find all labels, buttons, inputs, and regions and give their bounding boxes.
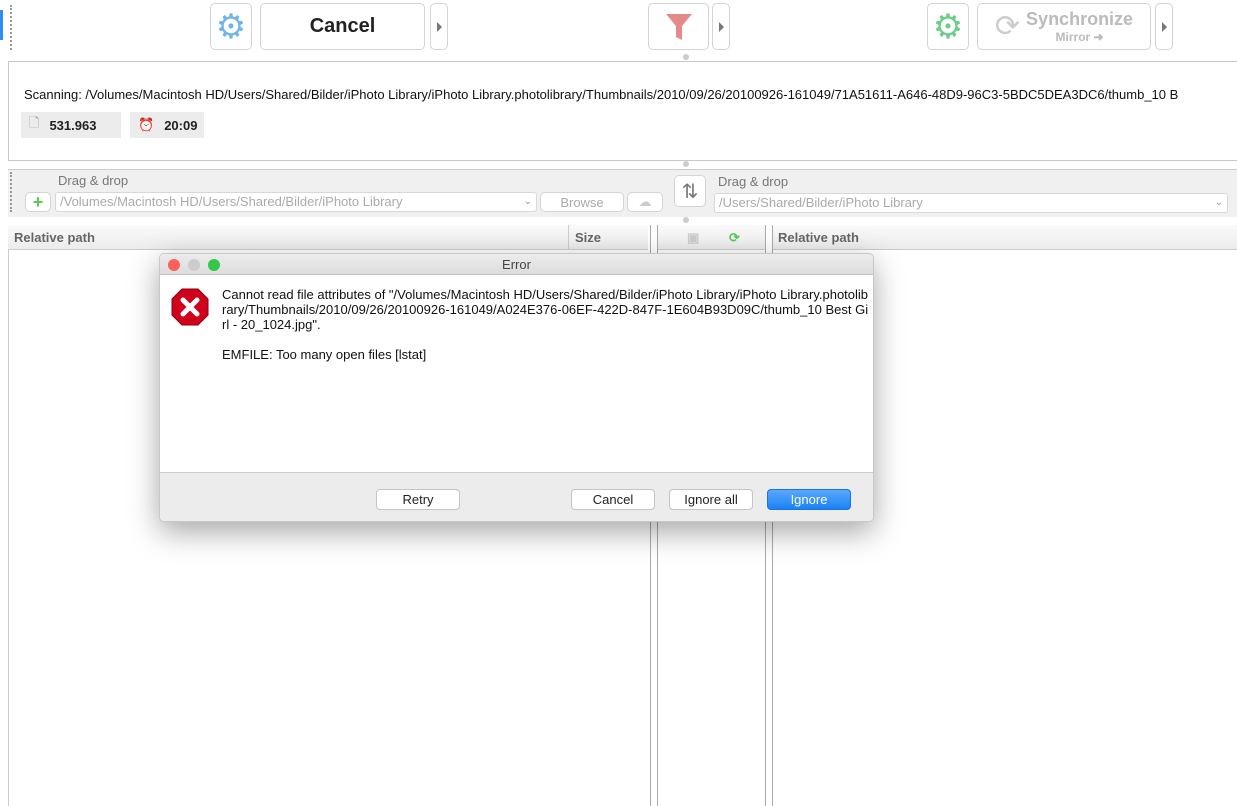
dialog-titlebar: Error bbox=[160, 254, 873, 275]
sync-menu-button[interactable] bbox=[1155, 3, 1173, 50]
right-col-relative-path[interactable]: Relative path bbox=[772, 225, 1237, 250]
arrow-right-icon bbox=[1161, 21, 1167, 32]
left-grid bbox=[8, 250, 9, 806]
middle-header: ▣ ⟳ bbox=[657, 225, 765, 250]
right-drag-drop-label: Drag & drop bbox=[718, 174, 789, 189]
scanning-text: Scanning: /Volumes/Macintosh HD/Users/Sh… bbox=[24, 87, 1179, 102]
cancel-menu-button[interactable] bbox=[430, 3, 448, 50]
file-icon: 🗋 bbox=[29, 115, 40, 130]
chevron-down-icon: ⌄ bbox=[523, 196, 532, 207]
compare-icon[interactable]: ▣ bbox=[687, 225, 699, 250]
gear-icon: ⚙ bbox=[215, 7, 247, 46]
splitter-handle[interactable] bbox=[683, 217, 689, 223]
refresh-icon[interactable]: ⟳ bbox=[729, 225, 740, 250]
ignore-all-button[interactable]: Ignore all bbox=[669, 489, 753, 510]
items-count: 🗋 531.963 bbox=[21, 112, 121, 138]
right-folder-input[interactable]: /Users/Shared/Bilder/iPhoto Library ⌄ bbox=[714, 193, 1228, 213]
arrow-right-icon bbox=[436, 21, 442, 32]
cancel-dialog-button[interactable]: Cancel bbox=[571, 489, 655, 510]
retry-button[interactable]: Retry bbox=[376, 489, 460, 510]
sync-icon: ⟳ bbox=[994, 10, 1021, 43]
left-drag-drop-label: Drag & drop bbox=[58, 173, 129, 188]
left-folder-input[interactable]: /Volumes/Macintosh HD/Users/Shared/Bilde… bbox=[55, 192, 537, 212]
synchronize-button[interactable]: ⟳ Synchronize Mirror ➜ bbox=[977, 3, 1151, 50]
error-message: Cannot read file attributes of "/Volumes… bbox=[222, 287, 869, 332]
filter-menu-button[interactable] bbox=[712, 3, 730, 50]
arrow-right-icon bbox=[718, 21, 724, 32]
left-edge-accent bbox=[0, 10, 3, 40]
sync-settings-button[interactable]: ⚙ bbox=[927, 3, 969, 50]
folder-bar-grip[interactable] bbox=[10, 172, 12, 212]
splitter-handle[interactable] bbox=[683, 54, 689, 60]
toolbar-grip[interactable] bbox=[10, 5, 12, 50]
error-detail: EMFILE: Too many open files [lstat] bbox=[222, 347, 427, 362]
cloud-button[interactable]: ☁ bbox=[627, 192, 663, 212]
close-window-button[interactable] bbox=[168, 259, 180, 271]
chevron-down-icon: ⌄ bbox=[1214, 197, 1223, 208]
alarm-clock-icon: ⏰ bbox=[138, 117, 155, 132]
filter-button[interactable] bbox=[648, 3, 709, 50]
plus-icon: + bbox=[32, 191, 44, 212]
swap-icon: ⇅ bbox=[681, 180, 699, 203]
minimize-window-button[interactable] bbox=[188, 259, 200, 271]
splitter-handle[interactable] bbox=[683, 161, 689, 167]
dialog-title: Error bbox=[502, 257, 531, 272]
left-col-size[interactable]: Size bbox=[568, 225, 648, 250]
status-panel: Scanning: /Volumes/Macintosh HD/Users/Sh… bbox=[8, 61, 1237, 161]
error-dialog: Error Cannot read file attributes of "/V… bbox=[159, 253, 874, 522]
browse-button[interactable]: Browse bbox=[540, 192, 624, 212]
filter-icon bbox=[665, 13, 692, 40]
ignore-button[interactable]: Ignore bbox=[767, 489, 851, 510]
elapsed-time: ⏰ 20:09 bbox=[130, 112, 204, 138]
error-icon bbox=[171, 288, 209, 326]
zoom-window-button[interactable] bbox=[208, 259, 220, 271]
swap-sides-button[interactable]: ⇅ bbox=[674, 175, 706, 207]
add-folder-pair-button[interactable]: + bbox=[25, 192, 51, 212]
gear-icon: ⚙ bbox=[932, 7, 964, 46]
left-col-relative-path[interactable]: Relative path bbox=[8, 225, 568, 250]
cancel-button[interactable]: Cancel bbox=[260, 3, 425, 50]
settings-button[interactable]: ⚙ bbox=[210, 3, 252, 50]
cloud-icon: ☁ bbox=[638, 194, 652, 209]
